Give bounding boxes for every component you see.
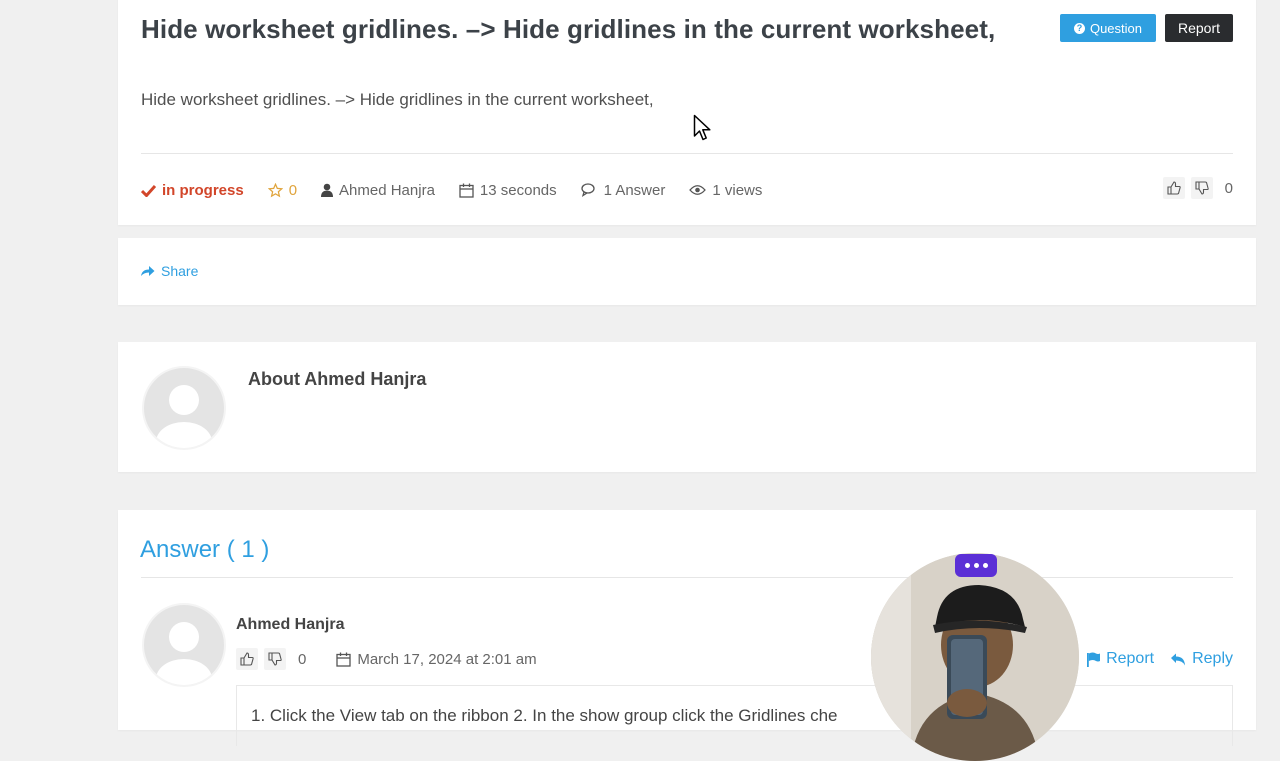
- answer-content: 1. Click the View tab on the ribbon 2. I…: [236, 685, 1233, 746]
- avatar[interactable]: [142, 603, 226, 687]
- vote-count: 0: [1224, 179, 1233, 197]
- webcam-overlay: [871, 553, 1079, 761]
- mouse-cursor-icon: [693, 114, 711, 141]
- question-body: Hide worksheet gridlines. –> Hide gridli…: [141, 90, 654, 109]
- calendar-icon: [459, 183, 474, 198]
- vote-down-button[interactable]: [264, 648, 286, 670]
- question-type-badge[interactable]: ? Question: [1060, 14, 1156, 42]
- answer-vote-count: 0: [298, 650, 307, 668]
- webcam-person-icon: [871, 553, 1079, 761]
- question-type-label: Question: [1089, 20, 1143, 36]
- star-icon: [267, 182, 283, 197]
- dot: [982, 563, 988, 568]
- eye-icon: [689, 185, 707, 195]
- post-time-label: 13 seconds: [479, 181, 557, 199]
- thumbs-down-icon: [1195, 181, 1209, 195]
- answer-date: March 17, 2024 at 2:01 am: [336, 650, 537, 668]
- divider: [141, 577, 1233, 578]
- answer-actions: Report Reply: [1086, 650, 1233, 668]
- about-author-card: About Ahmed Hanjra: [118, 342, 1256, 472]
- question-meta: in progress 0 Ahmed Hanjra 13 seconds 1 …: [141, 180, 786, 200]
- flag-icon: [1087, 652, 1101, 667]
- answers-heading: Answer ( 1 ): [140, 536, 270, 563]
- webcam-menu-button[interactable]: [955, 554, 997, 577]
- answers-count: 1 Answer: [603, 181, 666, 199]
- question-title: Hide worksheet gridlines. –> Hide gridli…: [141, 14, 996, 44]
- post-time: 13 seconds: [459, 182, 557, 199]
- answers-link[interactable]: 1 Answer: [581, 181, 666, 199]
- thumbs-up-icon: [1167, 181, 1181, 195]
- answer-report-label: Report: [1106, 650, 1155, 667]
- answer-text: 1. Click the View tab on the ribbon 2. I…: [251, 706, 838, 725]
- vote-up-button[interactable]: [236, 648, 258, 670]
- share-label: Share: [161, 263, 199, 279]
- about-title: About Ahmed Hanjra: [248, 369, 427, 389]
- dot: [973, 563, 979, 568]
- default-avatar-icon: [156, 622, 212, 685]
- thumbs-up-icon: [240, 652, 254, 666]
- vote-down-button[interactable]: [1190, 177, 1213, 199]
- favorite-button[interactable]: 0: [267, 181, 298, 199]
- answer-report-link[interactable]: Report: [1086, 650, 1154, 668]
- favorite-count: 0: [288, 181, 298, 199]
- divider: [141, 153, 1233, 154]
- calendar-icon: [336, 652, 351, 667]
- share-card: Share: [118, 238, 1256, 305]
- default-avatar-icon: [156, 385, 212, 448]
- answer-meta: 0 March 17, 2024 at 2:01 am: [236, 648, 537, 670]
- answer-author[interactable]: Ahmed Hanjra: [236, 616, 344, 634]
- share-button[interactable]: Share: [140, 263, 198, 279]
- question-votes: 0: [1162, 177, 1233, 199]
- answer-date-label: March 17, 2024 at 2:01 am: [357, 650, 537, 668]
- views-label: 1 views: [712, 181, 763, 199]
- check-icon: [141, 184, 156, 197]
- avatar[interactable]: [142, 366, 226, 450]
- user-icon: [321, 183, 334, 197]
- answer-reply-link[interactable]: Reply: [1170, 650, 1233, 668]
- views-count: 1 views: [689, 182, 762, 199]
- share-icon: [141, 266, 155, 276]
- author-link[interactable]: Ahmed Hanjra: [321, 182, 435, 199]
- author-name: Ahmed Hanjra: [339, 181, 435, 199]
- dot: [964, 563, 970, 568]
- question-card: Hide worksheet gridlines. –> Hide gridli…: [118, 0, 1256, 225]
- answers-card: Answer ( 1 ) Ahmed Hanjra 0 March 17, 20…: [118, 510, 1256, 746]
- vote-up-button[interactable]: [1162, 177, 1185, 199]
- question-circle-icon: ?: [1073, 22, 1085, 34]
- thumbs-down-icon: [268, 652, 282, 666]
- report-button[interactable]: Report: [1165, 14, 1233, 42]
- comments-icon: [581, 183, 595, 197]
- answer-reply-label: Reply: [1192, 650, 1233, 667]
- status-label: in progress: [162, 181, 244, 199]
- status-badge: in progress: [141, 182, 244, 199]
- reply-icon: [1171, 653, 1186, 665]
